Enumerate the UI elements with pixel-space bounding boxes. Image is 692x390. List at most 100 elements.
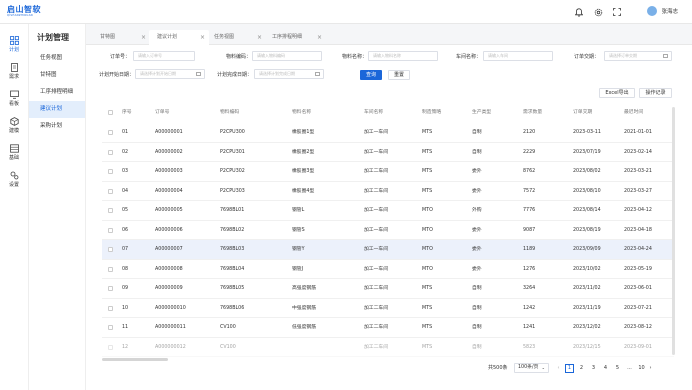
fullscreen-icon[interactable] (612, 7, 622, 17)
page-button[interactable]: 1 (565, 364, 574, 373)
close-icon[interactable]: × (317, 32, 322, 43)
subnav-item-task-view[interactable]: 任务视图 (29, 50, 85, 67)
user-name: 张海志 (661, 9, 678, 15)
sidebar-item-demand[interactable]: 需求 (0, 58, 28, 85)
table-row[interactable]: 06 A00000006 7698BL02 钢管S 加工一车间 MTO 委外 9087 2023… (102, 221, 674, 240)
cell-workshop: 加工二车间 (364, 188, 388, 194)
row-checkbox[interactable] (108, 305, 113, 311)
prev-page-button[interactable]: ‹ (554, 364, 563, 373)
workshop-input[interactable]: 请输入车间 (483, 51, 553, 61)
subnav-item-suggested-plan[interactable]: 建议计划 (29, 101, 85, 118)
select-all-checkbox[interactable] (108, 110, 113, 115)
settings-icon[interactable] (593, 7, 603, 17)
bell-icon[interactable] (574, 7, 584, 17)
tab-label: 工序排程明细 (272, 34, 303, 40)
cell-demand-qty: 2229 (523, 149, 536, 155)
table-row[interactable]: 05 A00000005 7698BL01 钢管L 加工一车间 MTO 外购 7776 2023… (102, 201, 674, 221)
row-checkbox[interactable] (108, 227, 113, 233)
material-name-input[interactable]: 请输入物料名称 (368, 51, 438, 61)
row-checkbox[interactable] (108, 208, 113, 213)
reset-button[interactable]: 重置 (388, 70, 410, 80)
tab-suggested-plan[interactable]: 建议计划 × (149, 30, 209, 45)
tab-process-detail[interactable]: 工序排程明细 × (264, 30, 326, 45)
cell-material-name: 橡胶圈3型 (292, 169, 315, 174)
cell-delivery-date: 2023/12/15 (573, 344, 601, 350)
vertical-scrollbar-thumb[interactable] (672, 107, 675, 355)
close-icon[interactable]: × (200, 32, 205, 43)
cell-production-type: 自制 (472, 305, 482, 311)
table-row[interactable]: 01 A00000001 P2CPU300 橡胶圈1型 加工一车间 MTS 自制 2120 20… (102, 123, 674, 143)
cell-production-type: 委外 (472, 227, 482, 233)
plan-start-date-picker[interactable]: 请选择计划开始日期 (135, 69, 205, 79)
cell-material-code: 7698BL02 (220, 227, 245, 233)
cell-production-type: 自制 (472, 325, 482, 330)
subnav-item-process-detail[interactable]: 工序排程明细 (29, 84, 85, 101)
cell-order-no: A00000001 (155, 130, 183, 135)
cell-strategy: MTS (422, 149, 433, 155)
logo-subtext: QISHANZHIRUAN (7, 14, 33, 17)
table-row[interactable]: 09 A00000009 7698BL05 高强度钢筋 加工二车间 MTS 自制 3264 20… (102, 279, 674, 299)
user-menu[interactable]: 张海志 (647, 6, 678, 16)
cell-production-type: 自制 (472, 286, 482, 291)
table-row[interactable]: 11 A000000011 CV100 低强度钢筋 加工二车间 MTS 自制 1241 2023… (102, 318, 674, 338)
tab-gantt[interactable]: 甘特图 × (92, 30, 150, 45)
sidebar-item-plan[interactable]: 计划 (0, 31, 28, 58)
subnav-item-purchase-plan[interactable]: 采购计划 (29, 118, 85, 135)
next-page-button[interactable]: › (646, 364, 655, 373)
material-code-input[interactable]: 请输入物料编码 (252, 51, 322, 61)
row-checkbox[interactable] (108, 247, 113, 252)
row-checkbox[interactable] (108, 286, 113, 291)
cell-production-type: 委外 (472, 188, 482, 194)
page-button[interactable]: 3 (589, 364, 598, 373)
row-checkbox[interactable] (108, 149, 113, 155)
page-button[interactable]: 2 (577, 364, 586, 373)
plan-end-placeholder: 请选择计划完成日期 (259, 71, 295, 76)
cell-workshop: 加工二车间 (364, 286, 388, 291)
tab-bar: 甘特图 × 建议计划 × 任务视图 × 工序排程明细 × (86, 24, 692, 45)
cell-material-code: P2CPU301 (220, 149, 245, 155)
close-icon[interactable]: × (141, 32, 146, 43)
order-delivery-date-picker[interactable]: 请选择订单交期 (604, 51, 672, 61)
row-checkbox[interactable] (108, 344, 113, 350)
table-row[interactable]: 02 A00000002 P2CPU301 橡胶圈2型 加工一车间 MTS 自制 2229 20… (102, 143, 674, 162)
page-button[interactable]: 4 (601, 364, 610, 373)
page-button[interactable]: 10 (637, 364, 646, 373)
order-delivery-placeholder: 请选择订单交期 (609, 53, 637, 58)
search-button[interactable]: 查询 (360, 70, 382, 80)
page-button[interactable]: 5 (613, 364, 622, 373)
cell-delivery-date: 2023-03-11 (573, 130, 601, 135)
row-checkbox[interactable] (108, 188, 113, 194)
subnav-item-gantt[interactable]: 甘特图 (29, 67, 85, 84)
cell-demand-qty: 1189 (523, 247, 536, 252)
close-icon[interactable]: × (257, 32, 262, 43)
table-row[interactable]: 08 A00000008 7698BL04 钢管J 加工一车间 MTO 委外 1276 2023… (102, 260, 674, 279)
table-row[interactable]: 10 A000000010 7698BL06 中强度钢筋 加工二车间 MTS 自制 1242 2… (102, 299, 674, 318)
cell-index: 02 (122, 149, 129, 155)
row-checkbox[interactable] (108, 130, 113, 135)
avatar[interactable] (647, 6, 658, 16)
sidebar-item-board[interactable]: 看板 (0, 85, 28, 112)
table-row[interactable]: 03 A00000003 P2CPU302 橡胶圈3型 加工二车间 MTS 委外 8762 20… (102, 162, 674, 182)
sidebar-item-modeling[interactable]: 建模 (0, 112, 28, 139)
cell-material-code: 7698BL05 (220, 286, 245, 291)
table-row[interactable]: 12 A000000012 CV100 加工二车间 MTS 自制 5823 2023/12/1… (102, 338, 674, 357)
plan-end-date-picker[interactable]: 请选择计划完成日期 (254, 69, 324, 79)
cell-material-name: 钢管S (292, 227, 305, 233)
cell-material-code: 7698BL04 (220, 266, 245, 272)
cell-workshop: 加工一车间 (364, 227, 388, 233)
cell-order-no: A000000011 (155, 325, 186, 330)
operation-log-button[interactable]: 操作记录 (639, 88, 672, 98)
horizontal-scrollbar[interactable] (102, 358, 168, 361)
row-checkbox[interactable] (108, 169, 113, 174)
order-no-input[interactable]: 请输入订单号 (133, 51, 195, 61)
table-row[interactable]: 07 A00000007 7698BL03 钢管Y 加工一车间 MTO 委外 1189 2023… (102, 240, 674, 260)
vertical-scrollbar[interactable] (672, 103, 676, 355)
tab-task-view[interactable]: 任务视图 × (206, 30, 266, 45)
table-row[interactable]: 04 A00000004 P2CPU303 橡胶圈4型 加工二车间 MTS 委外 7572 20… (102, 182, 674, 201)
sidebar-item-basic[interactable]: 基础 (0, 139, 28, 166)
row-checkbox[interactable] (108, 325, 113, 330)
row-checkbox[interactable] (108, 266, 113, 272)
page-size-select[interactable]: 100条/页 ⌄ (514, 363, 549, 373)
sidebar-item-settings[interactable]: 设置 (0, 166, 28, 193)
excel-export-button[interactable]: Excel导出 (599, 88, 635, 98)
